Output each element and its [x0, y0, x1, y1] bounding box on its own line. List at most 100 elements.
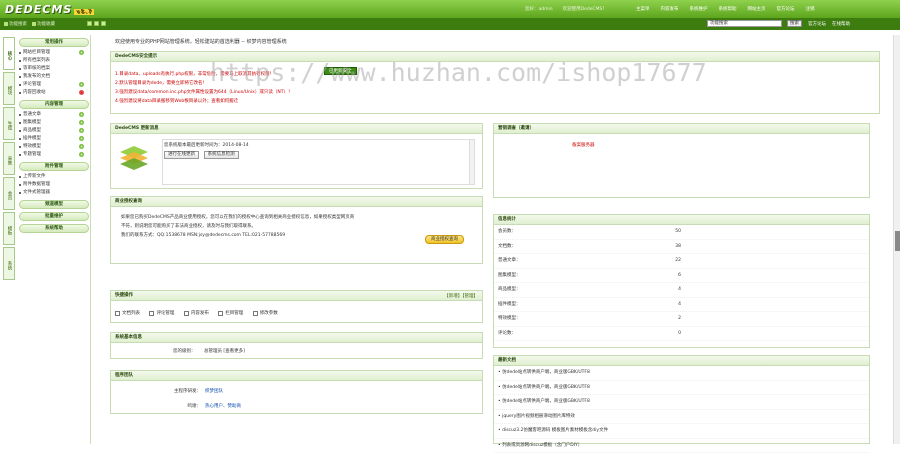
sidebar-item[interactable]: 上传新文件 [17, 173, 90, 181]
sidebar-item[interactable]: 所有档案列表 [17, 57, 90, 65]
nav-forum[interactable]: 官方论坛 [777, 6, 795, 12]
page-scrollbar[interactable] [893, 35, 900, 444]
sidebar-item[interactable]: 我发布的文档 [17, 73, 90, 81]
update-panel: DedeCMS 更新消息 您系统版本最后更新时间为：2014-08-14 进行在… [110, 123, 483, 189]
layout-icon[interactable] [94, 21, 99, 26]
nav-logout[interactable]: 注销 [806, 6, 815, 12]
doc-item[interactable]: • jquery图片视频相册滑动图片库特效 [494, 410, 869, 425]
help-link[interactable]: 在线帮助 [832, 21, 850, 27]
add-icon[interactable]: + [79, 152, 84, 157]
scrollbar[interactable] [469, 140, 474, 184]
nav-publish[interactable]: 内容发布 [661, 6, 679, 12]
add-icon[interactable]: + [79, 136, 84, 141]
stat-row: 评论数：0 [494, 327, 869, 342]
forum-link[interactable]: 官方论坛 [808, 21, 826, 27]
layers-icon [118, 144, 150, 170]
tab-member[interactable]: 会员 [3, 177, 15, 210]
tab-template[interactable]: 模板 [3, 212, 15, 245]
stat-value: 50 [675, 225, 681, 239]
sidebar-group-header[interactable]: 附件管理 [19, 162, 89, 171]
sidebar-item[interactable]: 等审核的档案 [17, 65, 90, 73]
function-favorite-link[interactable]: 功能收藏 [32, 21, 55, 27]
sidebar-item[interactable]: 商品模型 + [17, 127, 90, 135]
sidebar-group-header[interactable]: 频道模型 [19, 200, 89, 209]
scrollbar-thumb[interactable] [895, 231, 900, 251]
add-icon[interactable]: + [79, 120, 84, 125]
sidebar-item[interactable]: 附件数据管理 [17, 181, 90, 189]
sidebar-item-label: 商品模型 [23, 128, 41, 133]
sidebar-item[interactable]: 内容回收站 × [17, 89, 90, 97]
add-icon[interactable]: + [79, 112, 84, 117]
nav-maintain[interactable]: 系统维护 [690, 6, 708, 12]
nav-home[interactable]: 网站主页 [748, 6, 766, 12]
quick-actions[interactable]: 【新增】【管理】 [444, 293, 478, 299]
stat-row: 会员数：50 [494, 225, 869, 240]
stat-label: 文档数： [498, 240, 516, 254]
doc-item[interactable]: • discuz3.2仿魔客吧源码 模板图片素材模板含diy文件 [494, 424, 869, 439]
sidebar-item[interactable]: 网站栏目管理 + [17, 49, 90, 57]
quick-link[interactable]: 栏目管理 [218, 310, 243, 316]
docs-list: • 仿dede站点转供商户端，商业版GBK/UTF8• 仿dede站点转供商户端… [494, 366, 869, 453]
search-input[interactable]: 功能搜索 [707, 20, 782, 27]
survey-link[interactable]: 备案服务器 [572, 142, 595, 148]
license-query-button[interactable]: 商业授权查询 [425, 235, 464, 244]
sidebar-item[interactable]: 普通文章+ [17, 111, 90, 119]
sidebar-item[interactable]: 特效模型+ [17, 143, 90, 151]
sidebar-item[interactable]: 图集模型+ [17, 119, 90, 127]
stat-row: 插件模型：4 [494, 298, 869, 313]
docs-panel: 最新文档 • 仿dede站点转供商户端，商业版GBK/UTF8• 仿dede站点… [493, 355, 870, 444]
sidebar-item[interactable]: 插件模型+ [17, 135, 90, 143]
welcome-text: 欢迎使用专业的PHP网站管理系统，轻松建站的首选利器 -- 织梦内容管理系统 [115, 38, 287, 45]
security-ok-button[interactable]: 已更新安全 [324, 67, 357, 75]
sidebar-item-label: 内容回收站 [23, 90, 46, 95]
sidebar-group-header[interactable]: 内容管理 [19, 100, 89, 109]
layout-switch[interactable] [87, 21, 106, 26]
sidebar-group-header[interactable]: 批量维护 [19, 212, 89, 221]
add-icon[interactable]: + [79, 82, 84, 87]
add-icon[interactable]: + [79, 50, 84, 55]
tab-system[interactable]: 系统 [3, 247, 15, 280]
quick-link[interactable]: 文档列表 [115, 310, 140, 316]
sysinfo-value[interactable]: 总管理员 [查看更多] [204, 348, 245, 354]
tab-core[interactable]: 核心 [3, 37, 15, 70]
stat-value: 4 [678, 283, 681, 297]
nav-help[interactable]: 系统帮助 [719, 6, 737, 12]
thanks-value[interactable]: 热心用户、赞助商 [205, 403, 241, 409]
update-log-area[interactable] [162, 139, 475, 185]
doc-item[interactable]: • 仿dede站点转供商户端，商业版GBK/UTF8 [494, 395, 869, 410]
sidebar-item[interactable]: 专题管理+ [17, 151, 90, 159]
tab-collect[interactable]: 采集 [3, 142, 15, 175]
stat-label: 特效模型： [498, 312, 521, 326]
sidebar-item[interactable]: 文件式管理器 [17, 189, 90, 197]
add-icon[interactable]: + [79, 144, 84, 149]
tab-module[interactable]: 模块 [3, 72, 15, 105]
add-icon[interactable]: + [79, 128, 84, 133]
doc-item[interactable]: • 列表或资源网discuz模板（含门户DIY） [494, 439, 869, 453]
recycle-icon[interactable]: × [79, 90, 84, 95]
doc-icon [115, 311, 120, 316]
doc-item[interactable]: • 仿dede站点转供商户端，商业版GBK/UTF8 [494, 366, 869, 381]
tab-generate[interactable]: 生成 [3, 107, 15, 140]
top-nav: 主菜单 内容发布 系统维护 系统帮助 网站主页 官方论坛 注销 [636, 6, 815, 12]
license-panel: 商业授权查询 如果您已购买DedeCMS产品商业使用授权，您可以在我们的授权中心… [110, 196, 483, 264]
stat-row: 商品模型：4 [494, 283, 869, 298]
stat-label: 图集模型： [498, 269, 521, 283]
quick-link[interactable]: 评论管理 [149, 310, 174, 316]
stat-row: 普通文章：22 [494, 254, 869, 269]
lead-value[interactable]: 织梦团队 [205, 388, 223, 394]
sidebar-item-label: 上传新文件 [23, 174, 46, 179]
sidebar-group-header[interactable]: 常用操作 [19, 38, 89, 47]
nav-main[interactable]: 主菜单 [636, 6, 650, 12]
lead-label: 主程序研发： [168, 388, 201, 394]
function-search-link[interactable]: 功能搜索 [4, 21, 27, 27]
layout-icon[interactable] [101, 21, 106, 26]
layout-icon[interactable] [87, 21, 92, 26]
stat-row: 图集模型：6 [494, 269, 869, 284]
quick-link[interactable]: 修改参数 [253, 310, 278, 316]
quick-link[interactable]: 内容发布 [184, 310, 209, 316]
sidebar-group-header[interactable]: 系统帮助 [19, 224, 89, 233]
sidebar-item-label: 网站栏目管理 [23, 50, 50, 55]
search-button[interactable]: 搜索 [787, 20, 802, 27]
sidebar-item[interactable]: 评论管理+ [17, 81, 90, 89]
doc-item[interactable]: • 仿dede站点转供商户端，商业版GBK/UTF8 [494, 381, 869, 396]
